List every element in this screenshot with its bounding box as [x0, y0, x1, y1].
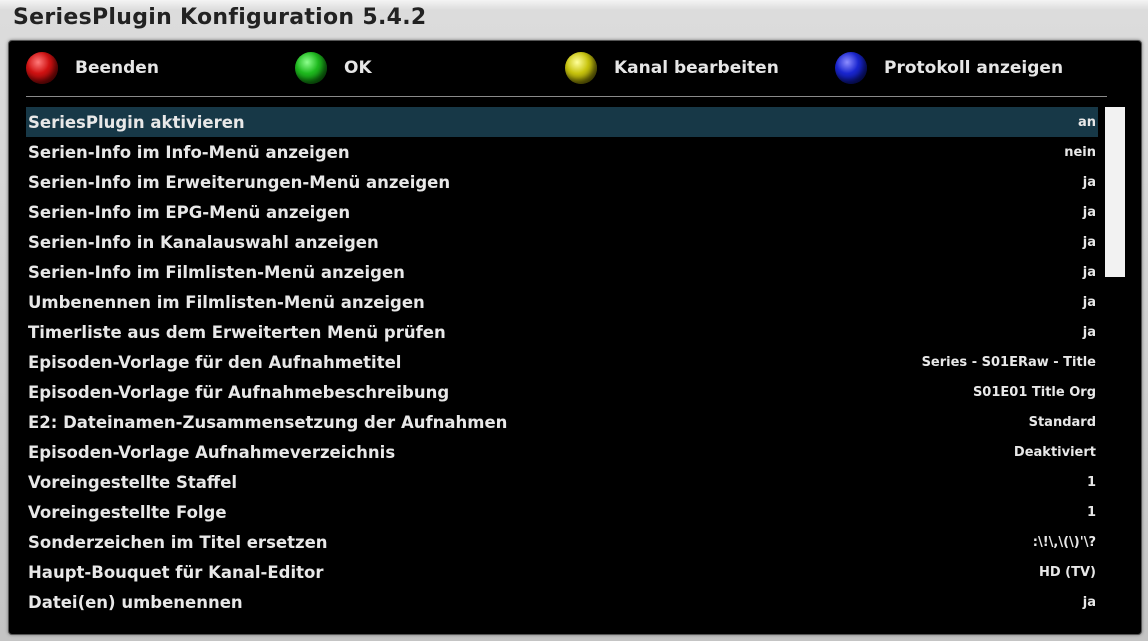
yellow-button-icon [565, 52, 597, 84]
setting-value[interactable]: Deaktiviert [1014, 445, 1096, 460]
button-bar-separator [26, 96, 1107, 97]
blue-button-icon [835, 52, 867, 84]
config-panel: Beenden OK Kanal bearbeiten Protokoll an… [8, 40, 1142, 635]
color-button-bar: Beenden OK Kanal bearbeiten Protokoll an… [9, 41, 1141, 95]
setting-label: Serien-Info im EPG-Menü anzeigen [28, 202, 351, 222]
setting-label: Umbenennen im Filmlisten-Menü anzeigen [28, 292, 425, 312]
settings-row[interactable]: Voreingestellte Folge 1 [26, 497, 1098, 527]
setting-value[interactable]: HD (TV) [1039, 565, 1096, 580]
settings-row[interactable]: Serien-Info im Info-Menü anzeigen nein [26, 137, 1098, 167]
settings-row[interactable]: Episoden-Vorlage für Aufnahmebeschreibun… [26, 377, 1098, 407]
setting-label: Haupt-Bouquet für Kanal-Editor [28, 562, 324, 582]
settings-row[interactable]: Episoden-Vorlage Aufnahmeverzeichnis Deak… [26, 437, 1098, 467]
setting-value[interactable]: ja [1083, 235, 1096, 250]
setting-value[interactable]: ja [1083, 325, 1096, 340]
setting-label: E2: Dateinamen-Zusammensetzung der Aufna… [28, 412, 508, 432]
settings-row[interactable]: Episoden-Vorlage für den Aufnahmetitel Se… [26, 347, 1098, 377]
settings-list: SeriesPlugin aktivieren an Serien-Info im … [26, 107, 1098, 617]
setting-label: Serien-Info im Filmlisten-Menü anzeigen [28, 262, 405, 282]
settings-row[interactable]: SeriesPlugin aktivieren an [26, 107, 1098, 137]
settings-row[interactable]: Serien-Info in Kanalauswahl anzeigen ja [26, 227, 1098, 257]
red-button-icon [26, 52, 58, 84]
edit-channel-button[interactable]: Kanal bearbeiten [565, 52, 779, 84]
settings-row[interactable]: E2: Dateinamen-Zusammensetzung der Aufna… [26, 407, 1098, 437]
setting-value[interactable]: 1 [1087, 475, 1096, 490]
setting-label: Serien-Info in Kanalauswahl anzeigen [28, 232, 379, 252]
show-log-button-label: Protokoll anzeigen [884, 58, 1064, 78]
setting-value[interactable]: ja [1083, 205, 1096, 220]
setting-label: Voreingestellte Folge [28, 502, 227, 522]
setting-label: Timerliste aus dem Erweiterten Menü prüf… [28, 322, 446, 342]
setting-value[interactable]: ja [1083, 175, 1096, 190]
exit-button-label: Beenden [75, 58, 159, 78]
green-button-icon [295, 52, 327, 84]
setting-value[interactable]: ja [1083, 595, 1096, 610]
settings-row[interactable]: Sonderzeichen im Titel ersetzen :\!\,\(\)… [26, 527, 1098, 557]
edit-channel-button-label: Kanal bearbeiten [614, 58, 779, 78]
show-log-button[interactable]: Protokoll anzeigen [835, 52, 1063, 84]
settings-row[interactable]: Serien-Info im Erweiterungen-Menü anzeig… [26, 167, 1098, 197]
ok-button-label: OK [344, 58, 372, 78]
scrollbar-thumb[interactable] [1105, 107, 1125, 277]
settings-row[interactable]: Datei(en) umbenennen ja [26, 587, 1098, 617]
setting-label: Serien-Info im Info-Menü anzeigen [28, 142, 350, 162]
setting-label: Voreingestellte Staffel [28, 472, 238, 492]
settings-row[interactable]: Timerliste aus dem Erweiterten Menü prüf… [26, 317, 1098, 347]
setting-label: Episoden-Vorlage für Aufnahmebeschreibun… [28, 382, 450, 402]
setting-value[interactable]: Standard [1029, 415, 1096, 430]
setting-label: SeriesPlugin aktivieren [28, 112, 245, 132]
setting-value[interactable]: S01E01 Title Org [973, 385, 1096, 400]
setting-label: Datei(en) umbenennen [28, 592, 243, 612]
setting-value[interactable]: an [1078, 115, 1096, 130]
setting-label: Episoden-Vorlage Aufnahmeverzeichnis [28, 442, 396, 462]
scrollbar[interactable] [1103, 107, 1125, 617]
window-title: SeriesPlugin Konfiguration 5.4.2 [13, 5, 427, 30]
setting-value[interactable]: Series - S01ERaw - Title [922, 355, 1096, 370]
setting-value[interactable]: nein [1064, 145, 1096, 160]
setting-value[interactable]: :\!\,\(\)'\? [1033, 535, 1096, 550]
setting-label: Serien-Info im Erweiterungen-Menü anzeig… [28, 172, 451, 192]
ok-button[interactable]: OK [295, 52, 372, 84]
settings-row[interactable]: Serien-Info im EPG-Menü anzeigen ja [26, 197, 1098, 227]
exit-button[interactable]: Beenden [26, 52, 159, 84]
settings-row[interactable]: Umbenennen im Filmlisten-Menü anzeigen ja [26, 287, 1098, 317]
setting-value[interactable]: 1 [1087, 505, 1096, 520]
setting-label: Episoden-Vorlage für den Aufnahmetitel [28, 352, 402, 372]
setting-value[interactable]: ja [1083, 295, 1096, 310]
settings-row[interactable]: Serien-Info im Filmlisten-Menü anzeigen j… [26, 257, 1098, 287]
settings-row[interactable]: Voreingestellte Staffel 1 [26, 467, 1098, 497]
setting-label: Sonderzeichen im Titel ersetzen [28, 532, 328, 552]
settings-row[interactable]: Haupt-Bouquet für Kanal-Editor HD (TV) [26, 557, 1098, 587]
setting-value[interactable]: ja [1083, 265, 1096, 280]
